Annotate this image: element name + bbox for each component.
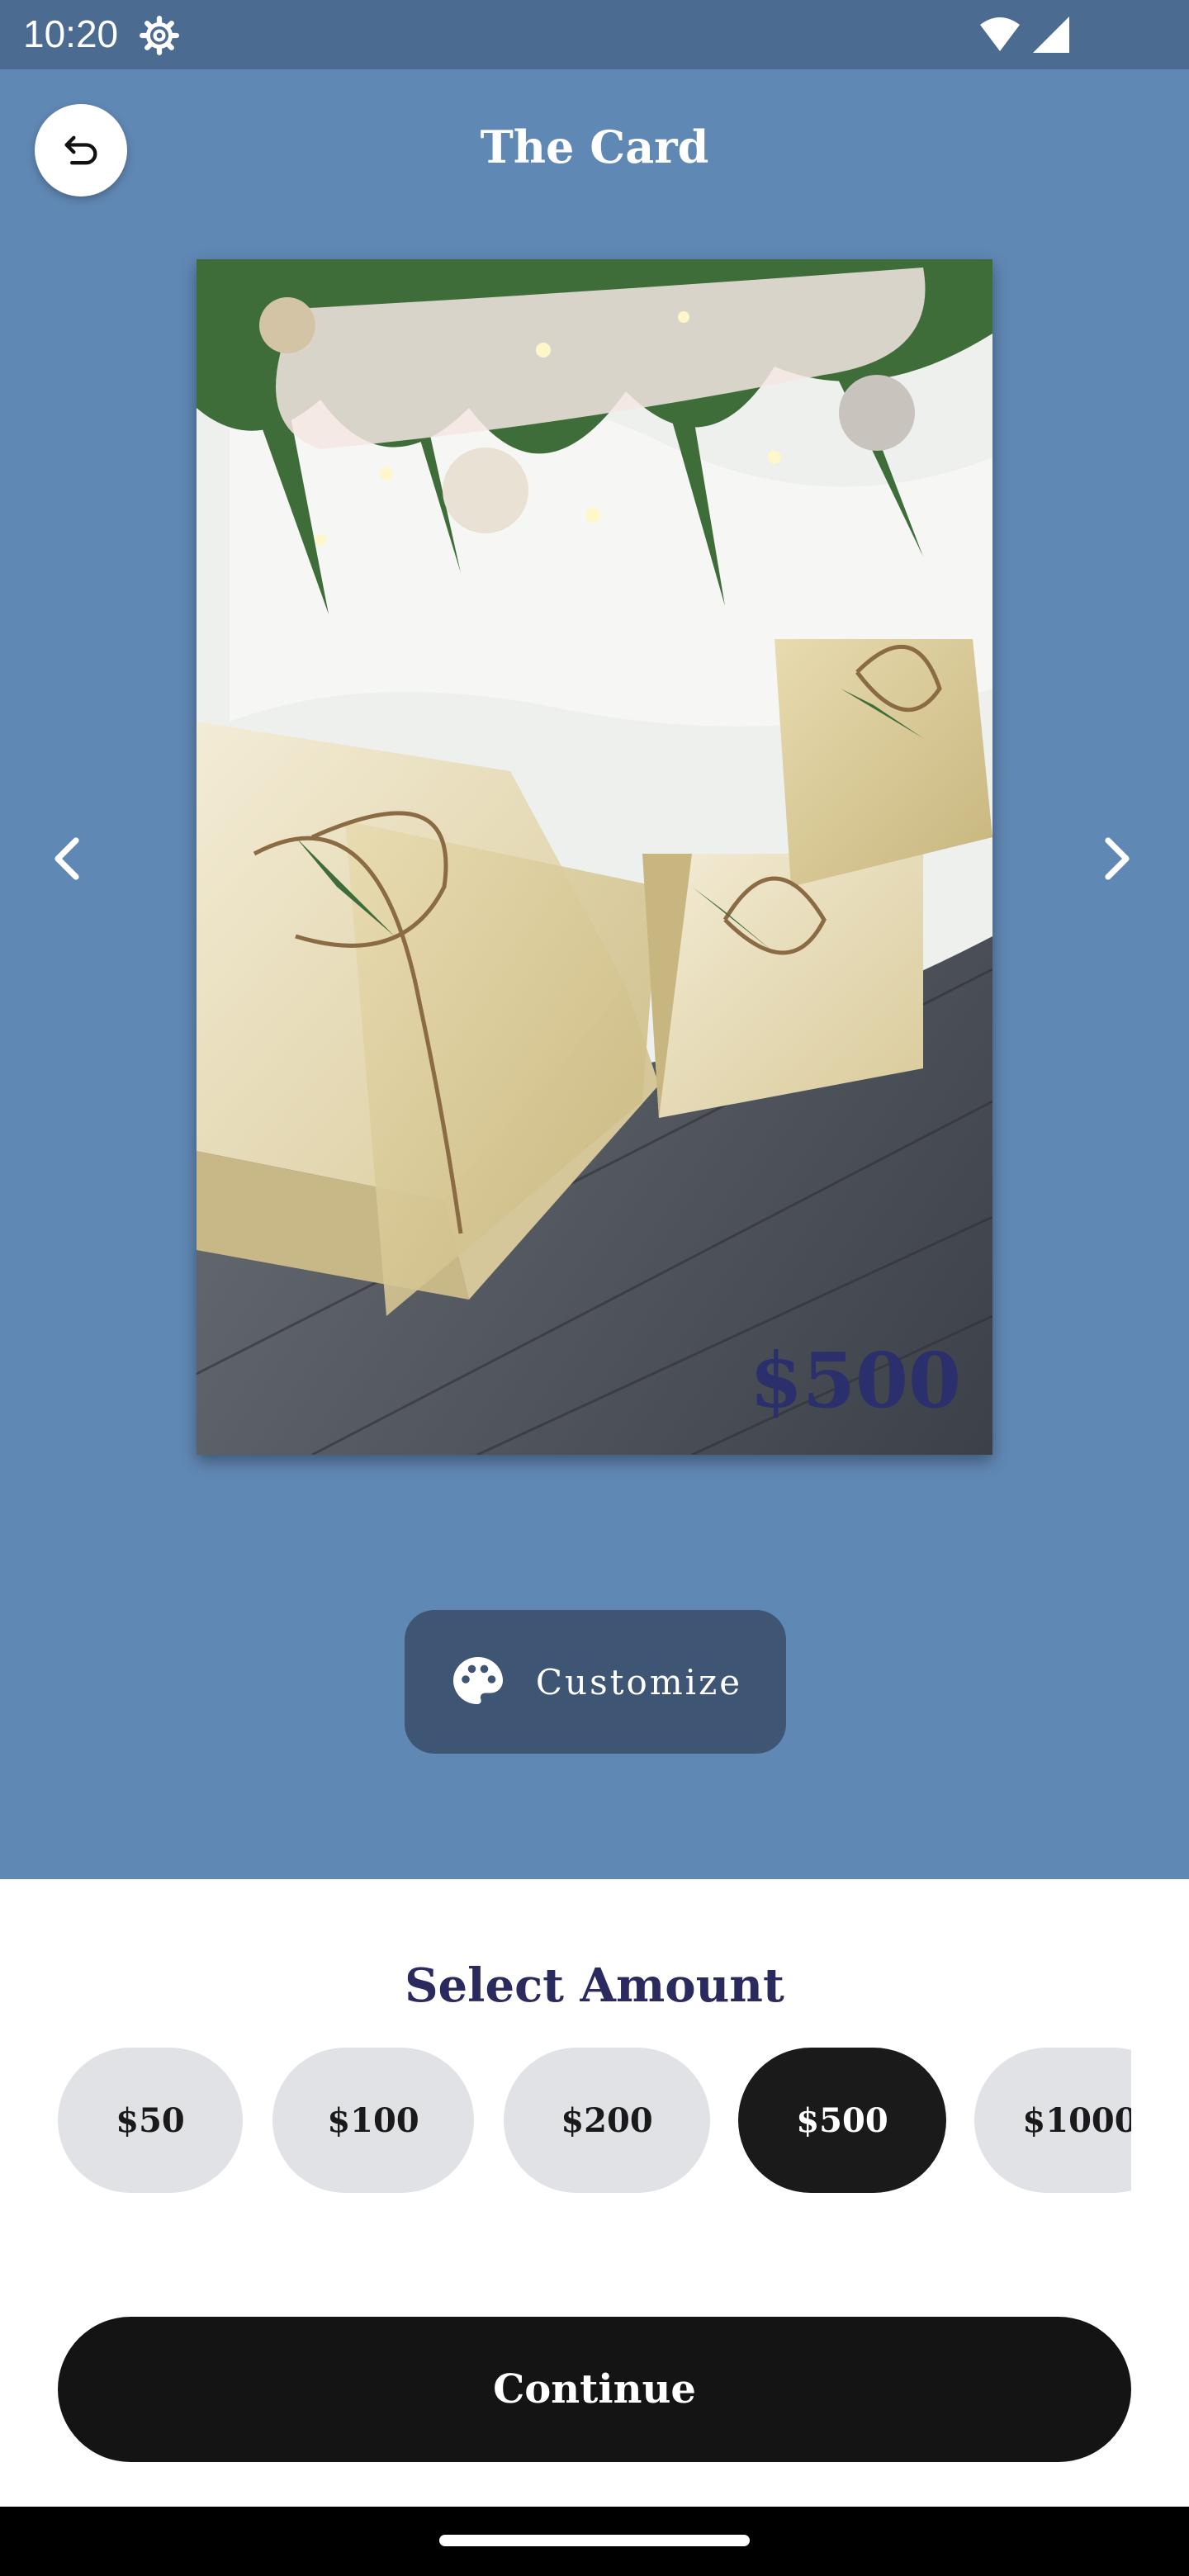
customize-label: Customize: [535, 1661, 743, 1702]
cell-signal-icon: [1033, 17, 1069, 53]
chevron-left-icon: [54, 837, 79, 880]
select-amount-title: Select Amount: [405, 1958, 784, 2013]
gift-card-preview[interactable]: $500: [197, 259, 992, 1455]
chevron-right-icon: [1105, 837, 1130, 880]
amount-option-500[interactable]: $500: [738, 2048, 946, 2193]
amount-option-200[interactable]: $200: [504, 2048, 710, 2193]
amount-option-1000[interactable]: $1000: [974, 2048, 1131, 2193]
page-title: The Card: [480, 121, 709, 173]
next-card-button[interactable]: [1083, 826, 1149, 892]
wifi-icon: [980, 17, 1020, 51]
continue-button[interactable]: Continue: [58, 2317, 1131, 2462]
status-bar: 10:20: [0, 0, 1189, 69]
gift-card-image: [197, 259, 992, 1455]
home-indicator[interactable]: [439, 2535, 750, 2546]
customize-button[interactable]: Customize: [405, 1610, 786, 1754]
card-amount-label: $500: [749, 1336, 961, 1425]
settings-gear-icon: [140, 16, 179, 55]
amount-option-100[interactable]: $100: [272, 2048, 474, 2193]
palette-icon: [452, 1657, 503, 1704]
amount-option-50[interactable]: $50: [58, 2048, 243, 2193]
previous-card-button[interactable]: [35, 826, 101, 892]
status-time: 10:20: [23, 12, 119, 55]
amount-options-row[interactable]: $50 $100 $200 $500 $1000: [58, 2048, 1131, 2193]
